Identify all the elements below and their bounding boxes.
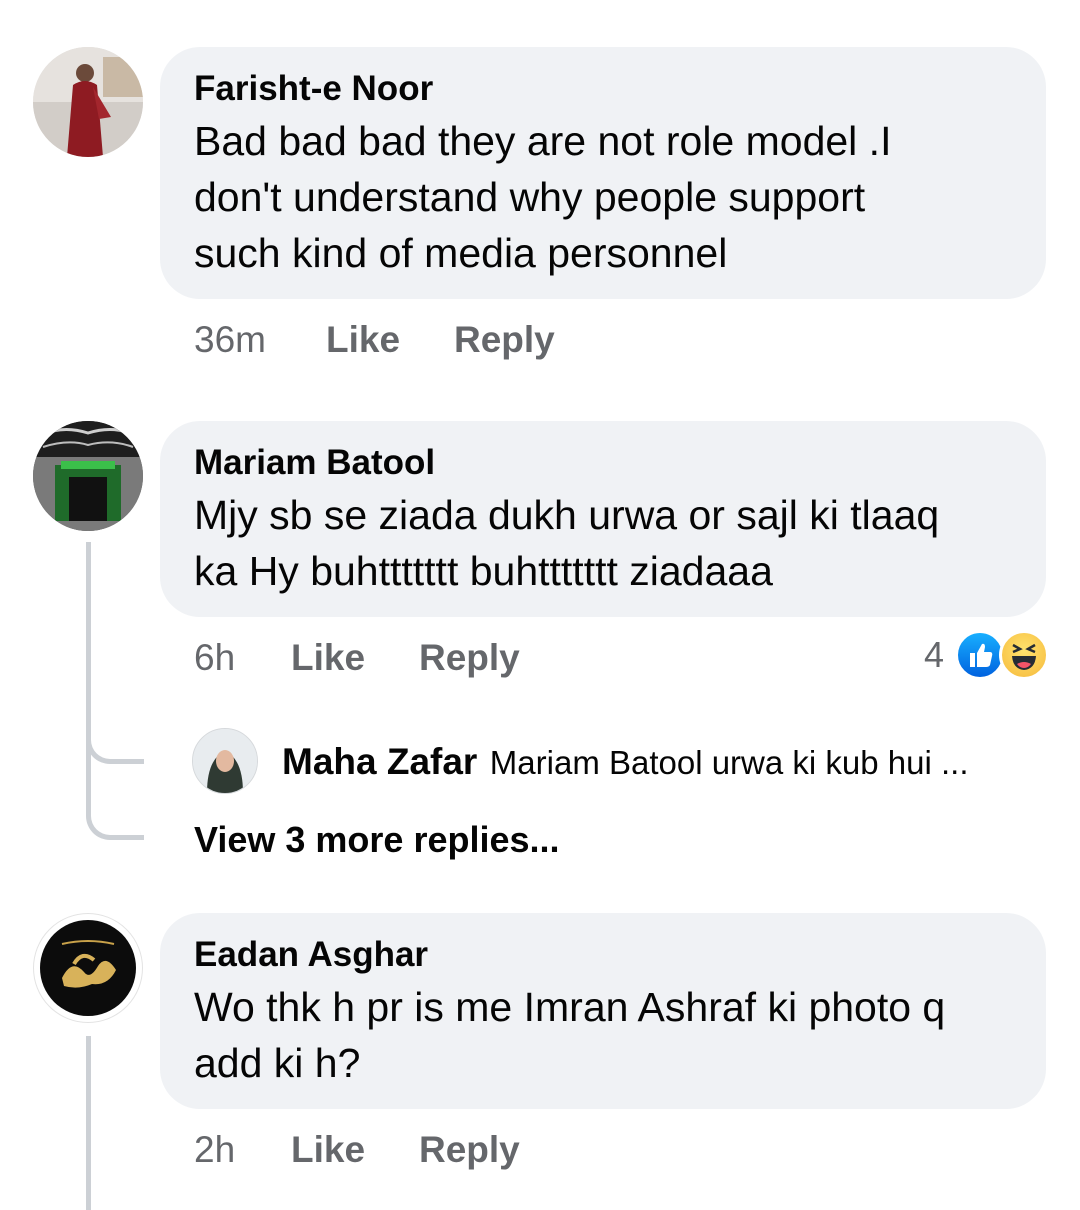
avatar[interactable] xyxy=(33,421,143,531)
comment-text-line: don't understand why people support xyxy=(194,174,866,220)
reaction-count: 4 xyxy=(924,634,945,675)
comment-text-line: such kind of media personnel xyxy=(194,230,728,276)
comment-bubble: Farisht-e Noor Bad bad bad they are not … xyxy=(160,47,1046,299)
reply-text: Mariam Batool urwa ki kub hui ... xyxy=(489,744,969,781)
like-button[interactable]: Like xyxy=(291,1128,365,1172)
reply-button[interactable]: Reply xyxy=(454,318,555,362)
comment-time[interactable]: 36m xyxy=(194,318,266,362)
comment-author[interactable]: Mariam Batool xyxy=(194,441,1012,485)
profile-photo-icon xyxy=(193,729,257,793)
comment-text-line: Bad bad bad they are not role model .I xyxy=(194,118,892,164)
comment-text-line: Wo thk h pr is me Imran Ashraf ki photo … xyxy=(194,984,946,1030)
comment-author[interactable]: Farisht-e Noor xyxy=(194,67,1012,111)
reply-button[interactable]: Reply xyxy=(419,1128,520,1172)
haha-icon xyxy=(999,630,1049,680)
like-icon xyxy=(955,630,1005,680)
comment-time[interactable]: 2h xyxy=(194,1128,235,1172)
reply-author[interactable]: Maha Zafar xyxy=(282,741,477,782)
comment-text-line: add ki h? xyxy=(194,1040,361,1086)
profile-photo-icon xyxy=(40,920,136,1016)
reaction-summary[interactable]: 4 xyxy=(924,630,1049,680)
comment-author[interactable]: Eadan Asghar xyxy=(194,933,1012,977)
thread-connector xyxy=(86,760,144,840)
reply-button[interactable]: Reply xyxy=(419,636,520,680)
view-more-replies-link[interactable]: View 3 more replies... xyxy=(194,816,560,864)
reply-avatar[interactable] xyxy=(192,728,258,794)
profile-photo-icon xyxy=(33,421,143,531)
comment-time[interactable]: 6h xyxy=(194,636,235,680)
comment-text-line: ka Hy buhttttttt buhttttttt ziadaaa xyxy=(194,548,773,594)
like-button[interactable]: Like xyxy=(326,318,400,362)
reply-preview[interactable]: Maha Zafar Mariam Batool urwa ki kub hui… xyxy=(282,738,969,786)
thread-line xyxy=(86,1036,91,1210)
comment-text-line: Mjy sb se ziada dukh urwa or sajl ki tla… xyxy=(194,492,940,538)
comment-bubble: Mariam Batool Mjy sb se ziada dukh urwa … xyxy=(160,421,1046,617)
comment-bubble: Eadan Asghar Wo thk h pr is me Imran Ash… xyxy=(160,913,1046,1109)
like-button[interactable]: Like xyxy=(291,636,365,680)
profile-photo-icon xyxy=(33,47,143,157)
thread-connector xyxy=(86,700,144,764)
avatar[interactable] xyxy=(33,913,143,1023)
avatar[interactable] xyxy=(33,47,143,157)
